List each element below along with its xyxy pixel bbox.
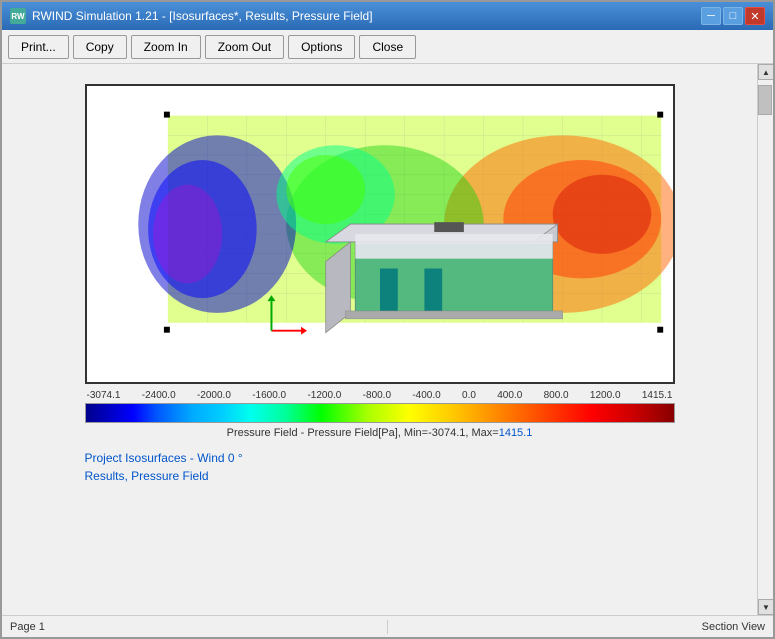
close-window-button[interactable]: ✕: [745, 7, 765, 25]
scrollbar-track[interactable]: [758, 80, 773, 599]
visualization-container: [85, 84, 675, 384]
status-section-view: Section View: [396, 621, 765, 633]
window-title: RWIND Simulation 1.21 - [Isosurfaces*, R…: [32, 9, 373, 23]
toolbar: Print... Copy Zoom In Zoom Out Options C…: [2, 30, 773, 64]
status-divider: [387, 620, 388, 634]
project-info-line1: Project Isosurfaces - Wind 0 °: [85, 449, 675, 467]
zoom-in-button[interactable]: Zoom In: [131, 35, 201, 59]
main-content: -3074.1 -2400.0 -2000.0 -1600.0 -1200.0 …: [2, 64, 773, 637]
colorbar-label-1: -2400.0: [142, 390, 176, 401]
colorbar-section: -3074.1 -2400.0 -2000.0 -1600.0 -1200.0 …: [85, 390, 675, 439]
main-window: RW RWIND Simulation 1.21 - [Isosurfaces*…: [0, 0, 775, 639]
colorbar-label-8: 400.0: [497, 390, 522, 401]
title-controls: ─ □ ✕: [701, 7, 765, 25]
title-bar: RW RWIND Simulation 1.21 - [Isosurfaces*…: [2, 2, 773, 30]
status-page: Page 1: [10, 621, 379, 633]
colorbar-label-0: -3074.1: [87, 390, 121, 401]
colorbar-gradient: [85, 403, 675, 423]
colorbar-label-10: 1200.0: [590, 390, 621, 401]
colorbar-label-9: 800.0: [544, 390, 569, 401]
minimize-button[interactable]: ─: [701, 7, 721, 25]
maximize-button[interactable]: □: [723, 7, 743, 25]
zoom-out-button[interactable]: Zoom Out: [205, 35, 284, 59]
colorbar-labels: -3074.1 -2400.0 -2000.0 -1600.0 -1200.0 …: [85, 390, 675, 401]
status-bar: Page 1 Section View: [2, 615, 773, 637]
content-area: -3074.1 -2400.0 -2000.0 -1600.0 -1200.0 …: [22, 84, 737, 595]
project-info-line2: Results, Pressure Field: [85, 467, 675, 485]
options-button[interactable]: Options: [288, 35, 355, 59]
scrollbar-right: ▲ ▼: [757, 64, 773, 615]
project-info: Project Isosurfaces - Wind 0 ° Results, …: [85, 449, 675, 485]
colorbar-label-6: -400.0: [412, 390, 440, 401]
scroll-down-button[interactable]: ▼: [758, 599, 773, 615]
scroll-up-button[interactable]: ▲: [758, 64, 773, 80]
colorbar-label-7: 0.0: [462, 390, 476, 401]
colorbar-label-11: 1415.1: [642, 390, 673, 401]
visualization-svg: [87, 86, 673, 382]
app-icon: RW: [10, 8, 26, 24]
colorbar-title: Pressure Field - Pressure Field[Pa], Min…: [85, 427, 675, 439]
print-button[interactable]: Print...: [8, 35, 69, 59]
copy-button[interactable]: Copy: [73, 35, 127, 59]
colorbar-label-2: -2000.0: [197, 390, 231, 401]
colorbar-max: 1415.1: [499, 427, 533, 439]
title-bar-left: RW RWIND Simulation 1.21 - [Isosurfaces*…: [10, 8, 373, 24]
close-button[interactable]: Close: [359, 35, 416, 59]
colorbar-label-4: -1200.0: [307, 390, 341, 401]
scrollbar-thumb[interactable]: [758, 85, 772, 115]
scroll-area: -3074.1 -2400.0 -2000.0 -1600.0 -1200.0 …: [2, 64, 757, 615]
colorbar-label-5: -800.0: [363, 390, 391, 401]
colorbar-label-3: -1600.0: [252, 390, 286, 401]
